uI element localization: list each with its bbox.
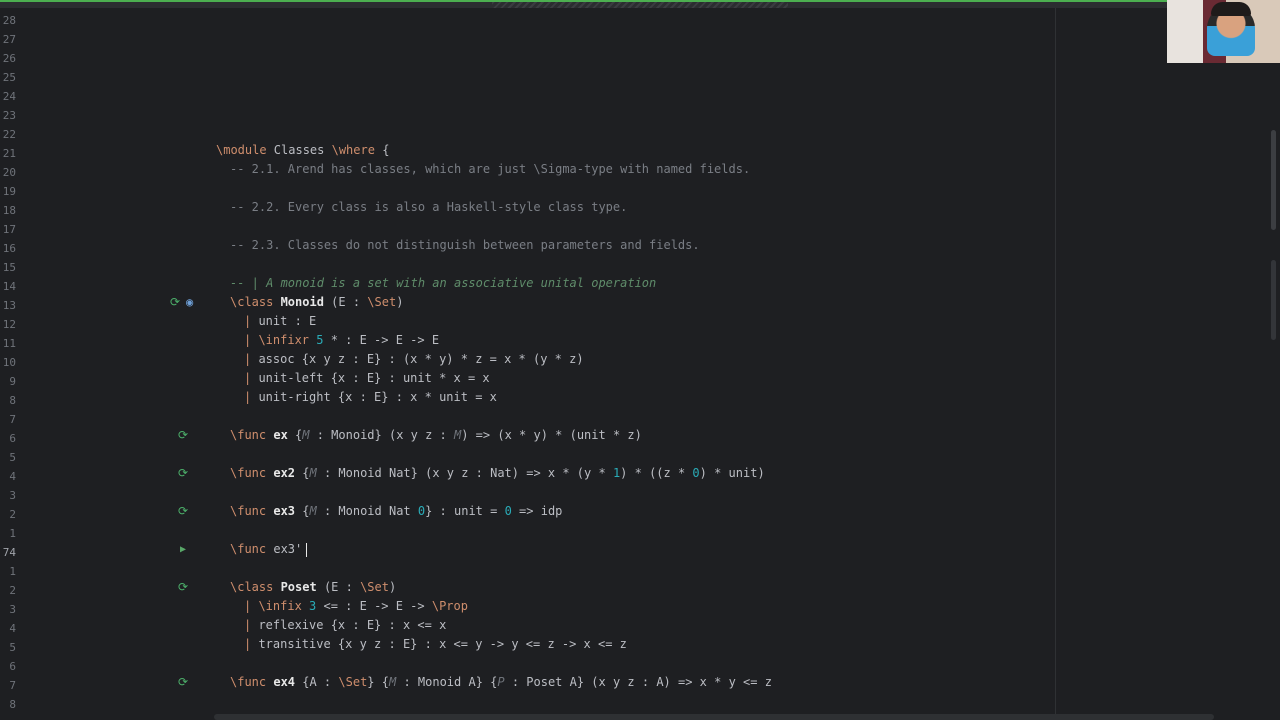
- code-line-class-poset[interactable]: \class Poset (E : \Set): [230, 578, 396, 597]
- text-caret: [306, 542, 308, 557]
- presenter-hair: [1211, 2, 1251, 16]
- code-editor[interactable]: \module Classes \where { -- 2.1. Arend h…: [0, 0, 1280, 720]
- code-line-class-monoid[interactable]: \class Monoid (E : \Set): [230, 293, 403, 312]
- code-line-func-ex3[interactable]: \func ex3 {M : Monoid Nat 0} : unit = 0 …: [230, 502, 562, 521]
- webcam-overlay: [1167, 0, 1280, 63]
- doc-comment-line[interactable]: -- | A monoid is a set with an associati…: [230, 274, 656, 293]
- comment-line[interactable]: -- 2.3. Classes do not distinguish betwe…: [230, 236, 700, 255]
- code-line-field-infixr[interactable]: | \infixr 5 * : E -> E -> E: [244, 331, 439, 350]
- code-line-field-unit-left[interactable]: | unit-left {x : E} : unit * x = x: [244, 369, 490, 388]
- comment-line[interactable]: -- 2.2. Every class is also a Haskell-st…: [230, 198, 627, 217]
- code-line-field-unit-right[interactable]: | unit-right {x : E} : x * unit = x: [244, 388, 497, 407]
- code-line-field-transitive[interactable]: | transitive {x y z : E} : x <= y -> y <…: [244, 635, 627, 654]
- code-line-func-ex2[interactable]: \func ex2 {M : Monoid Nat} (x y z : Nat)…: [230, 464, 765, 483]
- code-line-field-assoc[interactable]: | assoc {x y z : E} : (x * y) * z = x * …: [244, 350, 584, 369]
- code-line-module[interactable]: \module Classes \where {: [216, 141, 389, 160]
- code-line-field-reflexive[interactable]: | reflexive {x : E} : x <= x: [244, 616, 446, 635]
- code-line-field-unit[interactable]: | unit : E: [244, 312, 316, 331]
- code-line-func-ex3-prime-editing[interactable]: \func ex3': [230, 540, 308, 559]
- comment-line[interactable]: -- 2.1. Arend has classes, which are jus…: [230, 160, 750, 179]
- code-line-func-ex[interactable]: \func ex {M : Monoid} (x y z : M) => (x …: [230, 426, 642, 445]
- code-line-field-infix[interactable]: | \infix 3 <= : E -> E -> \Prop: [244, 597, 468, 616]
- code-line-func-ex4[interactable]: \func ex4 {A : \Set} {M : Monoid A} {P :…: [230, 673, 772, 692]
